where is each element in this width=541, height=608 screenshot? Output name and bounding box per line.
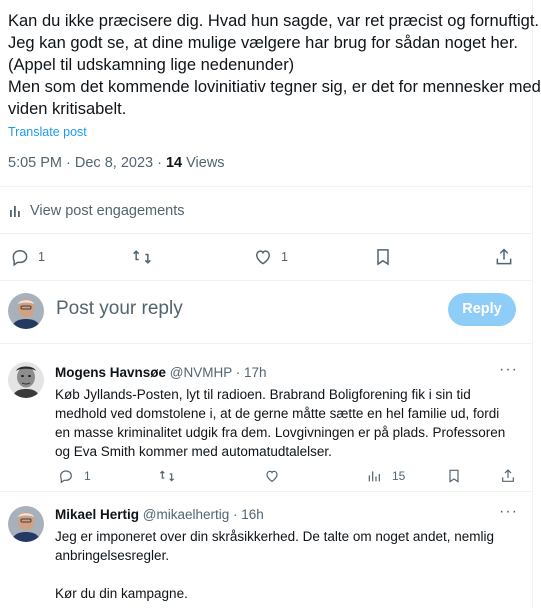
bookmark-icon — [449, 469, 459, 483]
divider — [0, 280, 532, 281]
comment-author-handle[interactable]: @mikaelhertig · 16h — [143, 507, 264, 522]
comment-author-handle[interactable]: @NVMHP · 17h — [170, 365, 267, 380]
view-count: 15 — [392, 469, 406, 483]
like-count: 1 — [281, 250, 288, 264]
post-line: Jeg kan godt se, at dine mulige vælgere … — [8, 34, 518, 52]
comment-line: anbringelsesregler. — [55, 548, 170, 563]
views-label: Views — [182, 155, 225, 171]
avatar[interactable] — [8, 293, 44, 329]
divider — [0, 186, 532, 187]
reply-icon — [60, 470, 72, 484]
engagements-label: View post engagements — [30, 203, 185, 219]
reply-count: 1 — [38, 250, 45, 264]
share-action[interactable] — [500, 468, 516, 484]
comment-header: Mogens Havnsøe @NVMHP · 17h — [55, 365, 267, 380]
post-line: Men som det kommende lovinitiativ tegner… — [8, 78, 541, 96]
avatar[interactable] — [8, 506, 44, 542]
reply-action[interactable]: 1 — [58, 468, 91, 484]
translate-post-link[interactable]: Translate post — [8, 125, 87, 139]
heart-icon — [266, 470, 278, 483]
comment-header: Mikael Hertig @mikaelhertig · 16h — [55, 507, 264, 522]
analytics-icon — [10, 206, 20, 217]
reply-button[interactable]: Reply — [448, 293, 516, 326]
post-line: viden kritisabelt. — [8, 100, 127, 118]
post-line: Kan du ikke præcisere dig. Hvad hun sagd… — [8, 12, 540, 30]
repost-icon — [159, 470, 175, 482]
post-timestamp[interactable]: 5:05 PM · Dec 8, 2023 · — [8, 155, 166, 171]
comment-line: Jeg er imponeret over din skråsikkerhed.… — [55, 529, 494, 544]
post-action-bar: 1 1 — [0, 244, 532, 270]
comment-line: medhold ved domstolene i, at de gerne må… — [55, 406, 500, 421]
repost-action[interactable] — [132, 247, 152, 267]
comment-line: og Eva Smith kommer med automatudtalelse… — [55, 444, 332, 459]
post-text: Kan du ikke præcisere dig. Hvad hun sagd… — [8, 10, 541, 120]
view-engagements-link[interactable]: View post engagements — [8, 203, 185, 219]
like-action[interactable] — [264, 468, 280, 484]
bookmark-action[interactable] — [446, 468, 462, 484]
comment-text: Jeg er imponeret over din skråsikkerhed.… — [55, 527, 525, 603]
repost-action[interactable] — [159, 468, 175, 484]
share-icon — [496, 248, 512, 265]
divider — [0, 233, 532, 234]
comment-text: Køb Jyllands-Posten, lyt til radioen. Br… — [55, 385, 525, 461]
comment-line: Kør du din kampagne. — [55, 586, 188, 601]
more-options-icon[interactable]: ··· — [499, 361, 518, 379]
post-meta: 5:05 PM · Dec 8, 2023 · 14 Views — [8, 155, 225, 171]
views-count: 14 — [165, 155, 183, 171]
repost-icon — [133, 250, 151, 264]
reply-input[interactable]: Post your reply — [56, 298, 183, 320]
divider — [0, 343, 532, 344]
comment-line — [55, 565, 525, 584]
analytics-icon — [368, 471, 380, 482]
divider — [0, 491, 532, 492]
comment-line: Køb Jyllands-Posten, lyt til radioen. Br… — [55, 387, 471, 402]
reply-count: 1 — [84, 469, 91, 483]
comment-action-bar: 1 15 — [0, 468, 532, 488]
share-action[interactable] — [494, 247, 514, 267]
avatar[interactable] — [8, 362, 44, 398]
like-action[interactable]: 1 — [253, 247, 288, 267]
comment-line: en masse kriminalitet udgik fra dem. Lov… — [55, 425, 506, 440]
reply-icon — [12, 249, 28, 267]
views-action[interactable]: 15 — [366, 468, 405, 484]
more-options-icon[interactable]: ··· — [499, 503, 518, 521]
heart-icon — [255, 250, 271, 265]
reply-action[interactable]: 1 — [10, 247, 45, 267]
comment-author-name[interactable]: Mikael Hertig — [55, 507, 139, 522]
share-icon — [502, 469, 514, 482]
bookmark-action[interactable] — [373, 247, 393, 267]
comment-author-name[interactable]: Mogens Havnsøe — [55, 365, 166, 380]
bookmark-icon — [377, 249, 389, 266]
post-line: (Appel til udskamning lige nedenunder) — [8, 56, 295, 74]
